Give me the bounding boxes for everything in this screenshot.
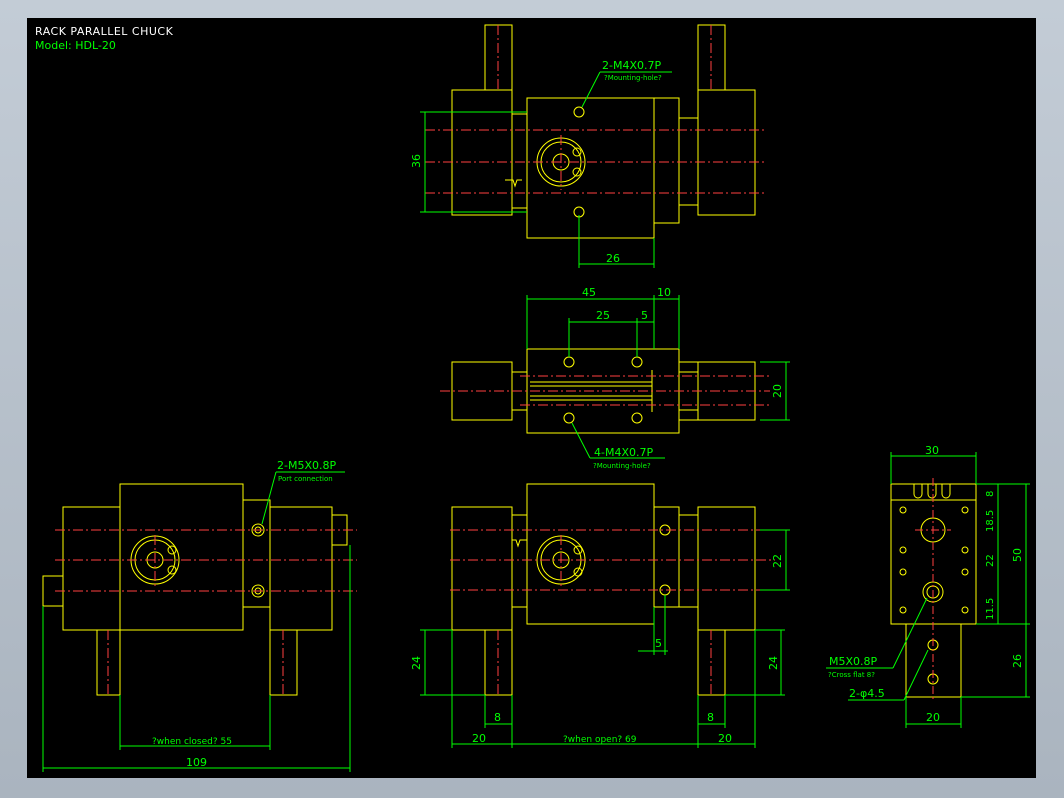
dim-r20-bot: 20: [926, 711, 940, 724]
middle-view-dashes: [440, 375, 770, 406]
cross-sub: ?Cross flat 8?: [828, 671, 875, 679]
dim-24-left: 24: [410, 656, 423, 670]
dim-r50: 50: [1011, 548, 1024, 562]
mid-hole-sub: ?Mounting-hole?: [593, 462, 651, 470]
port-note: 2-M5X0.8P: [277, 459, 336, 472]
drawing-canvas: RACK PARALLEL CHUCK Model: HDL-20 36 26 …: [27, 18, 1036, 778]
dim-r18-5: 18.5: [985, 510, 996, 532]
model-label: Model: HDL-20: [35, 39, 116, 52]
drawing-title: RACK PARALLEL CHUCK: [35, 25, 174, 38]
dim-5-bot: 5: [655, 637, 662, 650]
dim-26-top: 26: [606, 252, 620, 265]
phi-note: 2-φ4.5: [849, 687, 885, 700]
dim-20-right: 20: [718, 732, 732, 745]
bottom-center-dims: [420, 529, 790, 748]
top-hole-sub: ?Mounting-hole?: [604, 74, 662, 82]
dim-8-right: 8: [707, 711, 714, 724]
bottom-left-dims: [42, 471, 351, 772]
dim-36: 36: [410, 154, 423, 168]
dim-30: 30: [925, 444, 939, 457]
mid-hole-note: 4-M4X0.7P: [594, 446, 653, 459]
top-dims: [420, 71, 672, 268]
dim-r8: 8: [985, 491, 996, 497]
bottom-center-dashes: [450, 529, 775, 695]
dim-r22: 22: [985, 554, 996, 567]
dim-20-mid: 20: [771, 384, 784, 398]
dim-25: 25: [596, 309, 610, 322]
port-sub: Port connection: [278, 475, 333, 483]
cad-drawing: RACK PARALLEL CHUCK Model: HDL-20 36 26 …: [35, 24, 1030, 772]
top-view: [451, 24, 756, 239]
bottom-left-view: [42, 483, 348, 696]
dim-109: 109: [186, 756, 207, 769]
dim-20-left: 20: [472, 732, 486, 745]
dim-45: 45: [582, 286, 596, 299]
dim-10: 10: [657, 286, 671, 299]
dim-22: 22: [771, 554, 784, 568]
dim-24-right: 24: [767, 656, 780, 670]
dim-69: ?when open? 69: [563, 735, 637, 745]
dim-8-left: 8: [494, 711, 501, 724]
cross-note: M5X0.8P: [829, 655, 878, 668]
dim-r26: 26: [1011, 654, 1024, 668]
bottom-left-dashes: [55, 529, 357, 695]
dim-5-mid: 5: [641, 309, 648, 322]
top-hole-note: 2-M4X0.7P: [602, 59, 661, 72]
dim-55: ?when closed? 55: [152, 737, 232, 747]
top-view-dashes: [425, 25, 765, 194]
dim-r11-5: 11.5: [985, 598, 996, 620]
